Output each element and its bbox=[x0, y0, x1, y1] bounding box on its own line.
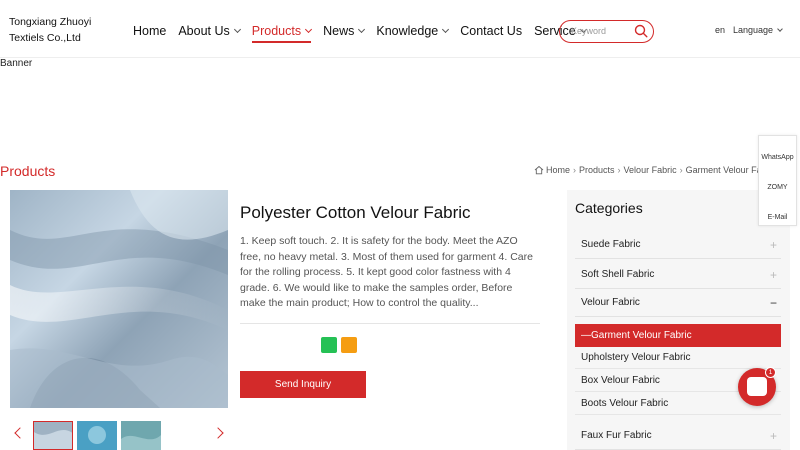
chevron-down-icon bbox=[358, 25, 366, 34]
home-icon bbox=[534, 165, 544, 175]
nav-home-label: Home bbox=[133, 24, 167, 38]
floating-contact-bar: WhatsApp ZOMY E-Mail bbox=[758, 135, 797, 226]
nav-home[interactable]: Home bbox=[133, 21, 166, 41]
banner-image-alt: Banner bbox=[0, 58, 33, 69]
chat-icon bbox=[747, 377, 767, 396]
zomy-link[interactable]: ZOMY bbox=[759, 184, 796, 191]
nav-news-label: News bbox=[323, 24, 355, 38]
page-title: Products bbox=[0, 163, 56, 179]
breadcrumb-home[interactable]: Home bbox=[546, 165, 570, 175]
subcategory-upholstery-velour[interactable]: Upholstery Velour Fabric bbox=[575, 346, 781, 369]
nav-contact-us[interactable]: Contact Us bbox=[460, 21, 522, 41]
category-soft-shell-fabric[interactable]: Soft Shell Fabric + bbox=[575, 260, 781, 289]
categories-title: Categories bbox=[575, 200, 643, 216]
plus-icon[interactable]: + bbox=[770, 268, 777, 282]
nav-knowledge[interactable]: Knowledge bbox=[376, 21, 450, 41]
language-selector[interactable]: Language bbox=[733, 25, 783, 35]
nav-about-label: About Us bbox=[178, 24, 230, 38]
minus-icon[interactable]: − bbox=[770, 296, 777, 310]
chevron-down-icon bbox=[305, 25, 313, 34]
product-title: Polyester Cotton Velour Fabric bbox=[240, 203, 471, 222]
breadcrumb-products[interactable]: Products bbox=[579, 165, 615, 175]
category-velour-fabric[interactable]: Velour Fabric − bbox=[575, 288, 781, 317]
nav-news[interactable]: News bbox=[323, 21, 366, 41]
breadcrumb-velour-fabric[interactable]: Velour Fabric bbox=[624, 165, 677, 175]
chevron-down-icon bbox=[233, 25, 241, 34]
product-main-image[interactable] bbox=[10, 190, 228, 408]
share-icon[interactable] bbox=[341, 337, 357, 353]
category-label: Soft Shell Fabric bbox=[581, 268, 655, 280]
category-label: Faux Fur Fabric bbox=[581, 429, 652, 441]
chat-notification-badge: 1 bbox=[765, 367, 776, 378]
chevron-left-icon[interactable] bbox=[14, 427, 26, 439]
whatsapp-share-icon[interactable] bbox=[321, 337, 337, 353]
nav-about-us[interactable]: About Us bbox=[178, 21, 241, 41]
product-description: 1. Keep soft touch. 2. It is safety for … bbox=[240, 235, 533, 309]
search-icon[interactable] bbox=[634, 24, 648, 38]
search-input[interactable] bbox=[571, 24, 633, 38]
breadcrumb-separator: › bbox=[573, 165, 577, 175]
plus-icon[interactable]: + bbox=[770, 238, 777, 252]
thumbnail-strip bbox=[10, 421, 228, 450]
thumbnail-2[interactable] bbox=[77, 421, 117, 450]
velour-fabric-photo bbox=[10, 190, 228, 408]
subcategory-garment-velour[interactable]: —Garment Velour Fabric bbox=[575, 324, 781, 347]
category-label: Suede Fabric bbox=[581, 238, 641, 250]
category-label: Velour Fabric bbox=[581, 296, 640, 308]
email-link[interactable]: E-Mail bbox=[759, 214, 796, 221]
divider bbox=[240, 323, 540, 324]
search-box bbox=[559, 20, 654, 43]
category-suede-fabric[interactable]: Suede Fabric + bbox=[575, 230, 781, 259]
category-faux-fur-fabric[interactable]: Faux Fur Fabric + bbox=[575, 421, 781, 450]
breadcrumb: Home › Products › Velour Fabric › Garmen… bbox=[534, 165, 776, 175]
whatsapp-link[interactable]: WhatsApp bbox=[759, 154, 796, 161]
language-code[interactable]: en bbox=[715, 25, 725, 35]
categories-panel: Categories Suede Fabric + Soft Shell Fab… bbox=[567, 190, 790, 450]
chevron-right-icon[interactable] bbox=[212, 427, 224, 439]
thumbnail-3[interactable] bbox=[121, 421, 161, 450]
company-logo-text[interactable]: Tongxiang Zhuoyi Textiels Co.,Ltd bbox=[9, 14, 129, 46]
send-inquiry-button[interactable]: Send Inquiry bbox=[240, 371, 366, 398]
main-nav: Home About Us Products News Knowledge Co… bbox=[133, 21, 598, 43]
chevron-down-icon bbox=[777, 26, 783, 32]
chevron-down-icon bbox=[442, 25, 450, 34]
nav-products[interactable]: Products bbox=[251, 21, 313, 43]
breadcrumb-separator: › bbox=[617, 165, 621, 175]
plus-icon[interactable]: + bbox=[770, 429, 777, 443]
nav-contact-label: Contact Us bbox=[460, 24, 523, 38]
nav-knowledge-label: Knowledge bbox=[376, 24, 439, 38]
thumbnail-1[interactable] bbox=[33, 421, 73, 450]
nav-products-label: Products bbox=[251, 24, 302, 38]
breadcrumb-separator: › bbox=[679, 165, 683, 175]
language-label: Language bbox=[733, 25, 774, 35]
site-header: Tongxiang Zhuoyi Textiels Co.,Ltd Home A… bbox=[0, 0, 800, 58]
